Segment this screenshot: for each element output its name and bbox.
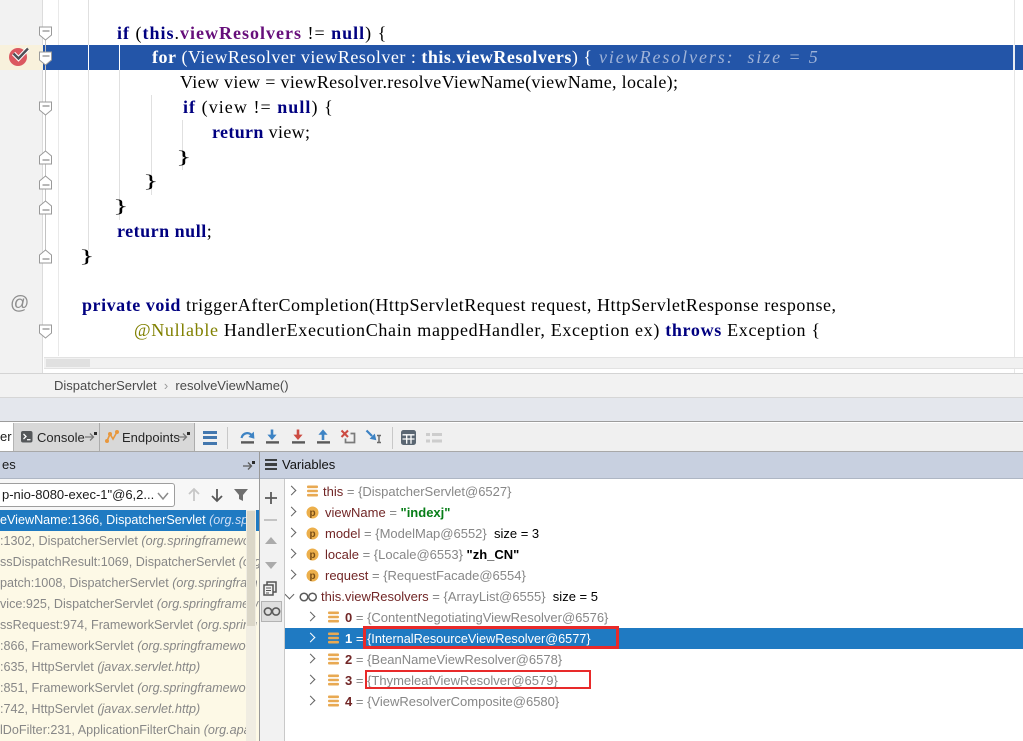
svg-text:p: p	[309, 508, 315, 519]
svg-text:p: p	[309, 550, 315, 561]
svg-text:p: p	[309, 529, 315, 540]
svg-text:p: p	[309, 571, 315, 582]
